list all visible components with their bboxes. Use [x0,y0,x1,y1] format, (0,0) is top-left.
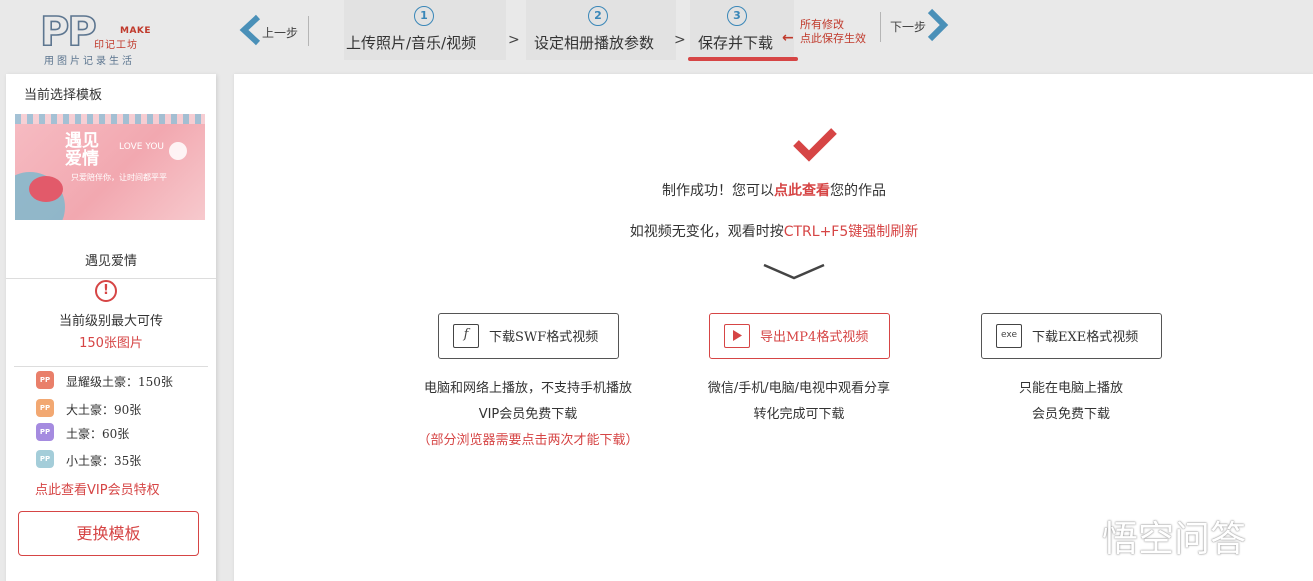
view-work-link[interactable]: 点此查看 [774,183,830,199]
desc-line: 电脑和网络上播放，不支持手机播放 [423,381,632,396]
next-step-label: 下一步 [890,20,927,34]
divider [14,366,208,367]
step-label: 设定相册播放参数 [534,34,655,52]
step-number: 2 [588,6,608,26]
template-sidebar: 当前选择模板 遇见爱情 LOVE YOU 只爱陪伴你，让时间都平平 遇见爱情 !… [6,74,216,581]
chevron-down-icon [763,263,825,280]
top-toolbar: PP MAKE 印记工坊 用图片记录生活 上一步 1 上传照片/音乐/视频 > … [0,0,1313,72]
desc-warning-line: （部分浏览器需要点击两次才能下载） [417,433,639,448]
level-label: 土豪：60张 [66,427,130,441]
logo-make: MAKE [120,26,152,36]
prev-step-label: 上一步 [262,26,299,40]
export-mp4-label: 导出MP4格式视频 [760,330,869,345]
watermark: 悟空问答 [1046,510,1246,560]
download-exe-button[interactable]: exe 下载EXE格式视频 [981,313,1162,359]
thumb-flower [29,176,63,202]
step-settings[interactable]: 2 设定相册播放参数 [528,4,676,64]
logo[interactable]: PP MAKE 印记工坊 用图片记录生活 [39,9,152,67]
success-suffix: 您的作品 [830,183,886,199]
logo-slogan: 用图片记录生活 [44,56,135,67]
change-template-button[interactable]: 更换模板 [18,511,199,556]
chevron-right-icon [927,8,949,42]
watermark-logo-icon [1047,528,1095,554]
exe-icon: exe [996,324,1022,348]
thumb-title: 遇见爱情 [65,131,99,169]
level-badge-icon: PP [36,399,54,417]
save-note[interactable]: 所有修改 点此保存生效 [800,18,866,46]
mp4-description: 微信/手机/电脑/电视中观看分享 转化完成可下载 [659,376,939,428]
chevron-left-icon [239,14,261,46]
level-badge-icon: PP [36,423,54,441]
download-exe-label: 下载EXE格式视频 [1032,330,1139,345]
warning-icon: ! [95,280,117,302]
save-note-line1: 所有修改 [800,18,844,31]
template-thumbnail[interactable]: 遇见爱情 LOVE YOU 只爱陪伴你，让时间都平平 [15,114,205,220]
desc-line: VIP会员免费下载 [478,407,578,422]
hint-shortcut: CTRL+F5键强制刷新 [783,224,919,240]
prev-step-button[interactable]: 上一步 [236,10,308,50]
step-number: 3 [727,6,747,26]
upload-limit-value: 150张图片 [79,336,143,351]
main-panel: 制作成功！您可以点此查看您的作品 如视频无变化，观看时按CTRL+F5键强制刷新… [234,74,1313,581]
level-badge-icon: PP [36,450,54,468]
step-label: 上传照片/音乐/视频 [346,34,477,52]
template-name: 遇见爱情 [84,254,137,269]
divider [880,12,881,42]
thumb-love-text: LOVE YOU [119,142,164,152]
level-label: 显耀级土豪：150张 [66,375,173,389]
thumb-decoration [169,142,187,160]
sidebar-title: 当前选择模板 [24,88,103,103]
desc-line: 微信/手机/电脑/电视中观看分享 [707,381,891,396]
desc-line: 只能在电脑上播放 [1018,381,1123,396]
active-step-indicator [688,57,798,61]
step-save-download[interactable]: 3 保存并下载 [692,4,792,64]
watermark-text: 悟空问答 [1102,519,1247,560]
divider [308,16,309,46]
checkmark-icon [793,128,837,162]
arrow-left-icon: ← [782,30,794,46]
flash-icon: f [453,324,479,348]
thumb-decoration [15,114,205,124]
step-upload[interactable]: 1 上传照片/音乐/视频 [344,4,504,64]
level-label: 小土豪：35张 [66,454,142,468]
level-badge-icon: PP [36,371,54,389]
refresh-hint: 如视频无变化，观看时按CTRL+F5键强制刷新 [194,221,1313,241]
desc-line: 转化完成可下载 [753,407,845,422]
exe-description: 只能在电脑上播放 会员免费下载 [931,376,1211,428]
step-number: 1 [414,6,434,26]
step-separator: > [508,32,520,48]
next-step-button[interactable]: 下一步 [886,6,956,46]
vip-privileges-link[interactable]: 点此查看VIP会员特权 [35,479,160,498]
save-note-line2: 点此保存生效 [800,32,866,45]
play-icon [724,324,750,348]
step-separator: > [674,32,686,48]
download-swf-button[interactable]: f 下载SWF格式视频 [438,313,619,359]
export-mp4-button[interactable]: 导出MP4格式视频 [709,313,890,359]
logo-brand: 印记工坊 [94,40,138,51]
step-label: 保存并下载 [698,34,774,52]
thumb-caption: 只爱陪伴你，让时间都平平 [71,173,167,182]
logo-mark: PP [39,9,97,55]
success-message: 制作成功！您可以点此查看您的作品 [194,180,1313,200]
hint-prefix: 如视频无变化，观看时按 [629,224,784,240]
swf-description: 电脑和网络上播放，不支持手机播放 VIP会员免费下载 （部分浏览器需要点击两次才… [388,376,668,454]
download-swf-label: 下载SWF格式视频 [489,330,599,345]
divider [6,278,216,279]
level-label: 大土豪：90张 [66,403,142,417]
success-prefix: 制作成功！您可以 [662,183,774,199]
desc-line: 会员免费下载 [1031,407,1110,422]
upload-limit-text: 当前级别最大可传 [58,314,163,329]
